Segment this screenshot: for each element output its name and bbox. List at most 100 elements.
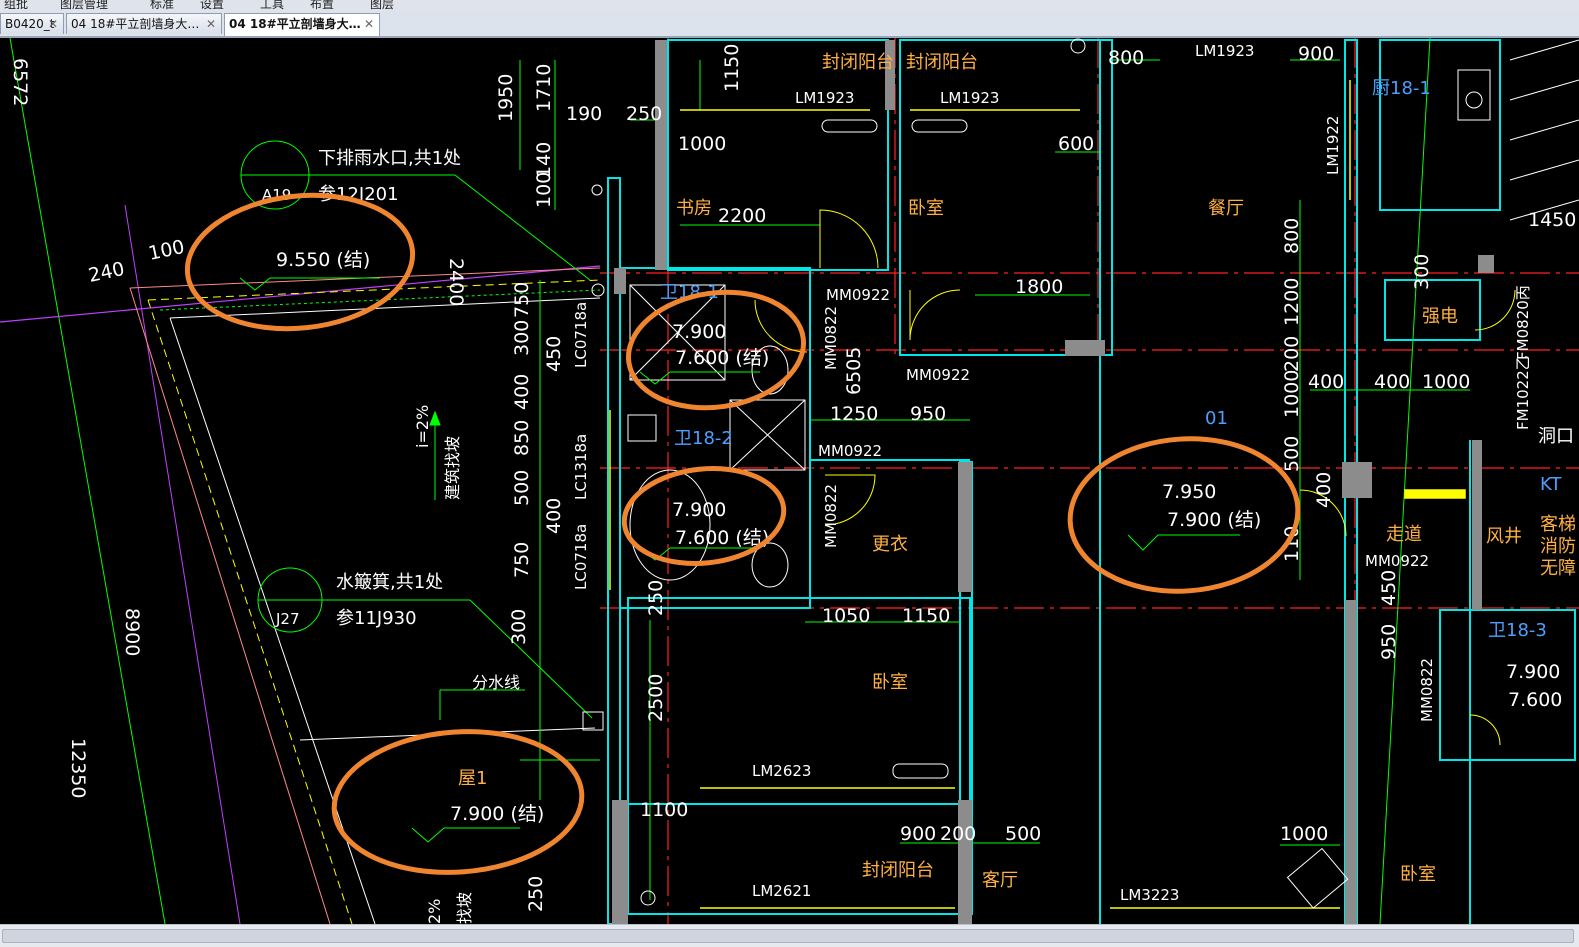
- svg-text:7.900: 7.900: [1506, 661, 1560, 683]
- svg-text:8900: 8900: [121, 608, 143, 656]
- svg-text:卧室: 卧室: [1400, 864, 1436, 885]
- svg-text:J27: J27: [275, 610, 300, 628]
- close-icon[interactable]: ✕: [48, 14, 58, 34]
- svg-text:400: 400: [1374, 371, 1410, 393]
- svg-text:封闭阳台: 封闭阳台: [906, 52, 978, 73]
- tab-label: 04 18#平立剖墙身大…: [71, 17, 200, 31]
- svg-text:7.900: 7.900: [672, 499, 726, 521]
- svg-text:950: 950: [910, 403, 946, 425]
- svg-text:1050: 1050: [822, 605, 870, 627]
- svg-text:1250: 1250: [830, 403, 878, 425]
- svg-text:7.900 (结): 7.900 (结): [1167, 509, 1261, 531]
- svg-text:FM0820丙: FM0820丙: [1514, 285, 1532, 360]
- svg-text:400: 400: [511, 374, 533, 410]
- svg-text:厨18-1: 厨18-1: [1372, 78, 1431, 99]
- cad-drawing-canvas[interactable]: 6572 1950 1710 190 250 1150 1000 140 100…: [0, 38, 1579, 924]
- tab-label: 04 18#平立剖墙身大…: [229, 17, 361, 31]
- svg-text:书房: 书房: [676, 198, 712, 219]
- svg-text:1000: 1000: [678, 133, 726, 155]
- close-icon[interactable]: ✕: [364, 14, 374, 34]
- svg-text:750: 750: [511, 542, 533, 578]
- svg-text:2%: 2%: [425, 899, 444, 924]
- svg-text:850: 850: [511, 420, 533, 456]
- svg-text:LM1923: LM1923: [940, 89, 999, 107]
- svg-text:水簸箕,共1处: 水簸箕,共1处: [336, 572, 443, 593]
- svg-text:MM0822: MM0822: [822, 306, 840, 370]
- svg-text:400: 400: [543, 498, 565, 534]
- svg-text:MM0822: MM0822: [1418, 658, 1436, 722]
- svg-text:MM0922: MM0922: [906, 366, 970, 384]
- svg-text:MM0922: MM0922: [1365, 552, 1429, 570]
- svg-text:LM1923: LM1923: [795, 89, 854, 107]
- svg-text:900: 900: [900, 823, 936, 845]
- svg-text:i=2%: i=2%: [413, 405, 432, 448]
- svg-text:7.900 (结): 7.900 (结): [450, 803, 544, 825]
- svg-text:客梯: 客梯: [1540, 514, 1576, 535]
- svg-text:200: 200: [940, 823, 976, 845]
- svg-text:1150: 1150: [721, 44, 743, 92]
- walls: [607, 39, 1576, 924]
- svg-text:1000: 1000: [1280, 823, 1328, 845]
- tab-document-2[interactable]: 04 18#平立剖墙身大… ✕: [66, 13, 222, 34]
- svg-text:LM2621: LM2621: [752, 882, 811, 900]
- svg-text:LC0718a: LC0718a: [572, 302, 590, 368]
- scrollbar-thumb[interactable]: [2, 929, 1574, 943]
- svg-text:找坡: 找坡: [455, 892, 474, 924]
- svg-text:450: 450: [543, 336, 565, 372]
- svg-text:下排雨水口,共1处: 下排雨水口,共1处: [318, 148, 461, 169]
- svg-text:建筑找坡: 建筑找坡: [443, 436, 462, 500]
- svg-text:450: 450: [1378, 570, 1400, 606]
- svg-text:风井: 风井: [1486, 526, 1522, 547]
- svg-text:客厅: 客厅: [982, 870, 1018, 891]
- svg-text:消防: 消防: [1540, 536, 1576, 557]
- svg-text:300: 300: [511, 320, 533, 356]
- svg-text:卫18-2: 卫18-2: [674, 428, 733, 449]
- wall-fill: [612, 40, 1494, 924]
- svg-text:250: 250: [645, 580, 667, 616]
- svg-text:LC0718a: LC0718a: [572, 524, 590, 590]
- svg-text:参11J930: 参11J930: [336, 608, 417, 629]
- svg-text:1200: 1200: [1281, 278, 1303, 326]
- svg-text:洞口: 洞口: [1538, 426, 1574, 447]
- svg-text:1800: 1800: [1015, 276, 1063, 298]
- svg-text:1100: 1100: [640, 799, 688, 821]
- room-labels: 封闭阳台 封闭阳台 封闭阳台 书房 卧室 餐厅 更衣 卧室 客厅 走道 卧室 强…: [458, 52, 1576, 891]
- svg-text:封闭阳台: 封闭阳台: [822, 52, 894, 73]
- svg-text:300: 300: [508, 609, 530, 645]
- svg-text:12350: 12350: [67, 738, 89, 798]
- svg-text:250: 250: [626, 103, 662, 125]
- svg-text:400: 400: [1313, 472, 1335, 508]
- svg-text:LM3223: LM3223: [1120, 886, 1179, 904]
- close-icon[interactable]: ✕: [206, 14, 216, 34]
- svg-text:屋1: 屋1: [458, 768, 487, 789]
- svg-text:无障: 无障: [1540, 558, 1576, 579]
- svg-text:更衣: 更衣: [872, 534, 908, 555]
- svg-text:分水线: 分水线: [472, 673, 520, 692]
- svg-text:2200: 2200: [718, 205, 766, 227]
- svg-text:7.600 (结): 7.600 (结): [675, 347, 769, 369]
- svg-text:FM1022乙: FM1022乙: [1514, 355, 1532, 430]
- horizontal-scrollbar[interactable]: [0, 924, 1579, 947]
- svg-text:500: 500: [511, 470, 533, 506]
- level-text: 9.550 (结) 7.900 7.600 (结) 7.900 7.600 (结…: [276, 249, 1562, 825]
- svg-text:190: 190: [566, 103, 602, 125]
- svg-text:LM1922: LM1922: [1324, 116, 1342, 175]
- tab-document-1[interactable]: B0420_t ✕: [0, 13, 64, 34]
- svg-text:6505: 6505: [843, 347, 865, 395]
- svg-text:9.550 (结): 9.550 (结): [276, 249, 370, 271]
- svg-text:01: 01: [1205, 408, 1228, 429]
- svg-text:750: 750: [511, 282, 533, 318]
- svg-text:LC1318a: LC1318a: [572, 434, 590, 500]
- svg-text:卧室: 卧室: [872, 672, 908, 693]
- svg-text:强电: 强电: [1422, 306, 1458, 327]
- svg-text:7.600 (结): 7.600 (结): [675, 527, 769, 549]
- svg-text:300: 300: [1411, 254, 1433, 290]
- svg-text:LM2623: LM2623: [752, 762, 811, 780]
- svg-text:2400: 2400: [445, 258, 467, 306]
- svg-text:240: 240: [86, 258, 126, 287]
- tab-document-3-active[interactable]: 04 18#平立剖墙身大… ✕: [224, 13, 380, 36]
- svg-text:MM0922: MM0922: [818, 442, 882, 460]
- svg-text:1450: 1450: [1528, 209, 1576, 231]
- document-tab-bar: B0420_t ✕ 04 18#平立剖墙身大… ✕ 04 18#平立剖墙身大… …: [0, 11, 1579, 38]
- svg-text:500: 500: [1005, 823, 1041, 845]
